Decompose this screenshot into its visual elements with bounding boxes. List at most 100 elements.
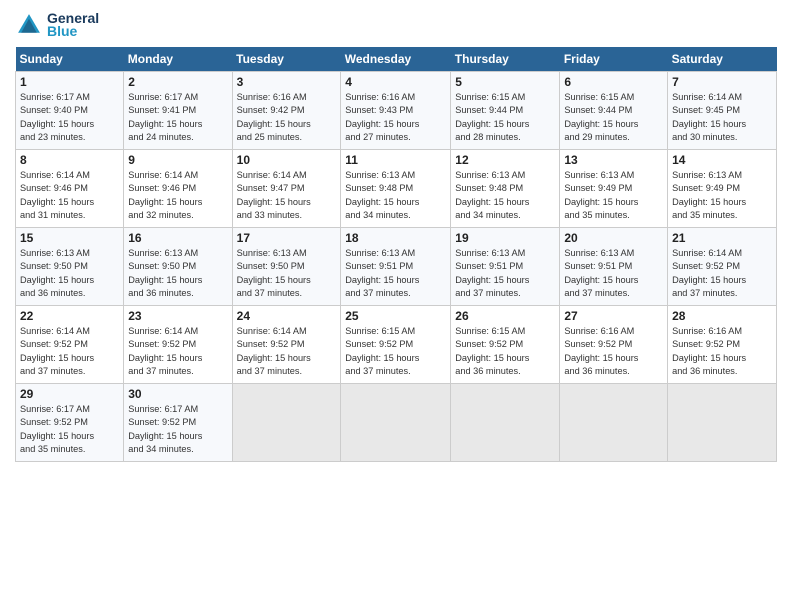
calendar-cell: 1 Sunrise: 6:17 AMSunset: 9:40 PMDaylight… (16, 72, 124, 150)
calendar-body: 1 Sunrise: 6:17 AMSunset: 9:40 PMDaylight… (16, 72, 777, 462)
calendar-header-row: SundayMondayTuesdayWednesdayThursdayFrid… (16, 47, 777, 72)
day-number: 27 (564, 309, 663, 323)
calendar-cell: 25Sunrise: 6:15 AMSunset: 9:52 PMDayligh… (341, 306, 451, 384)
day-number: 19 (455, 231, 555, 245)
day-number: 18 (345, 231, 446, 245)
logo-icon (15, 11, 43, 39)
calendar-cell: 23 Sunrise: 6:14 AMSunset: 9:52 PMDayligh… (124, 306, 232, 384)
calendar-cell (451, 384, 560, 462)
calendar-cell: 17 Sunrise: 6:13 AMSunset: 9:50 PMDayligh… (232, 228, 341, 306)
weekday-header: Friday (560, 47, 668, 72)
day-detail: Sunrise: 6:14 AMSunset: 9:46 PMDaylight:… (20, 169, 119, 222)
day-number: 5 (455, 75, 555, 89)
day-number: 10 (237, 153, 337, 167)
day-detail: Sunrise: 6:14 AMSunset: 9:52 PMDaylight:… (20, 325, 119, 378)
day-number: 23 (128, 309, 227, 323)
day-detail: Sunrise: 6:13 AMSunset: 9:49 PMDaylight:… (672, 169, 772, 222)
calendar-cell: 13 Sunrise: 6:13 AMSunset: 9:49 PMDayligh… (560, 150, 668, 228)
weekday-header: Monday (124, 47, 232, 72)
day-detail: Sunrise: 6:14 AMSunset: 9:46 PMDaylight:… (128, 169, 227, 222)
weekday-header: Thursday (451, 47, 560, 72)
day-detail: Sunrise: 6:13 AMSunset: 9:48 PMDaylight:… (345, 169, 446, 222)
calendar-cell (560, 384, 668, 462)
calendar-cell: 16Sunrise: 6:13 AMSunset: 9:50 PMDayligh… (124, 228, 232, 306)
day-detail: Sunrise: 6:17 AMSunset: 9:40 PMDaylight:… (20, 91, 119, 144)
header: General Blue (15, 10, 777, 39)
weekday-header: Tuesday (232, 47, 341, 72)
day-number: 20 (564, 231, 663, 245)
day-number: 29 (20, 387, 119, 401)
day-number: 11 (345, 153, 446, 167)
calendar-cell: 12Sunrise: 6:13 AMSunset: 9:48 PMDayligh… (451, 150, 560, 228)
day-number: 17 (237, 231, 337, 245)
day-number: 9 (128, 153, 227, 167)
day-number: 2 (128, 75, 227, 89)
day-detail: Sunrise: 6:16 AMSunset: 9:52 PMDaylight:… (672, 325, 772, 378)
day-detail: Sunrise: 6:13 AMSunset: 9:49 PMDaylight:… (564, 169, 663, 222)
calendar-cell: 30 Sunrise: 6:17 AMSunset: 9:52 PMDayligh… (124, 384, 232, 462)
day-detail: Sunrise: 6:15 AMSunset: 9:44 PMDaylight:… (564, 91, 663, 144)
day-number: 21 (672, 231, 772, 245)
calendar-cell: 21 Sunrise: 6:14 AMSunset: 9:52 PMDayligh… (668, 228, 777, 306)
day-detail: Sunrise: 6:14 AMSunset: 9:52 PMDaylight:… (128, 325, 227, 378)
day-number: 6 (564, 75, 663, 89)
day-number: 30 (128, 387, 227, 401)
day-number: 12 (455, 153, 555, 167)
day-detail: Sunrise: 6:13 AMSunset: 9:50 PMDaylight:… (237, 247, 337, 300)
calendar-cell: 5 Sunrise: 6:15 AMSunset: 9:44 PMDaylight… (451, 72, 560, 150)
day-number: 16 (128, 231, 227, 245)
logo-text: General Blue (47, 10, 99, 39)
day-detail: Sunrise: 6:14 AMSunset: 9:52 PMDaylight:… (672, 247, 772, 300)
calendar-cell (341, 384, 451, 462)
calendar-cell: 9 Sunrise: 6:14 AMSunset: 9:46 PMDaylight… (124, 150, 232, 228)
day-detail: Sunrise: 6:15 AMSunset: 9:52 PMDaylight:… (345, 325, 446, 378)
day-number: 26 (455, 309, 555, 323)
day-detail: Sunrise: 6:13 AMSunset: 9:51 PMDaylight:… (455, 247, 555, 300)
day-detail: Sunrise: 6:13 AMSunset: 9:51 PMDaylight:… (564, 247, 663, 300)
calendar-cell: 27 Sunrise: 6:16 AMSunset: 9:52 PMDayligh… (560, 306, 668, 384)
day-detail: Sunrise: 6:14 AMSunset: 9:45 PMDaylight:… (672, 91, 772, 144)
calendar-cell: 6 Sunrise: 6:15 AMSunset: 9:44 PMDaylight… (560, 72, 668, 150)
calendar-cell (232, 384, 341, 462)
day-detail: Sunrise: 6:15 AMSunset: 9:52 PMDaylight:… (455, 325, 555, 378)
calendar-cell: 24Sunrise: 6:14 AMSunset: 9:52 PMDayligh… (232, 306, 341, 384)
calendar-table: SundayMondayTuesdayWednesdayThursdayFrid… (15, 47, 777, 462)
day-number: 1 (20, 75, 119, 89)
day-number: 7 (672, 75, 772, 89)
calendar-cell: 14 Sunrise: 6:13 AMSunset: 9:49 PMDayligh… (668, 150, 777, 228)
weekday-header: Wednesday (341, 47, 451, 72)
calendar-week-row: 15 Sunrise: 6:13 AMSunset: 9:50 PMDayligh… (16, 228, 777, 306)
day-detail: Sunrise: 6:16 AMSunset: 9:52 PMDaylight:… (564, 325, 663, 378)
day-number: 4 (345, 75, 446, 89)
calendar-cell: 10 Sunrise: 6:14 AMSunset: 9:47 PMDayligh… (232, 150, 341, 228)
day-detail: Sunrise: 6:13 AMSunset: 9:51 PMDaylight:… (345, 247, 446, 300)
day-detail: Sunrise: 6:17 AMSunset: 9:41 PMDaylight:… (128, 91, 227, 144)
day-number: 28 (672, 309, 772, 323)
day-number: 14 (672, 153, 772, 167)
day-detail: Sunrise: 6:16 AMSunset: 9:42 PMDaylight:… (237, 91, 337, 144)
day-number: 22 (20, 309, 119, 323)
calendar-cell: 29 Sunrise: 6:17 AMSunset: 9:52 PMDayligh… (16, 384, 124, 462)
day-detail: Sunrise: 6:13 AMSunset: 9:50 PMDaylight:… (20, 247, 119, 300)
calendar-cell: 11 Sunrise: 6:13 AMSunset: 9:48 PMDayligh… (341, 150, 451, 228)
day-number: 3 (237, 75, 337, 89)
calendar-week-row: 29 Sunrise: 6:17 AMSunset: 9:52 PMDayligh… (16, 384, 777, 462)
calendar-cell: 3 Sunrise: 6:16 AMSunset: 9:42 PMDaylight… (232, 72, 341, 150)
day-detail: Sunrise: 6:14 AMSunset: 9:47 PMDaylight:… (237, 169, 337, 222)
logo: General Blue (15, 10, 99, 39)
calendar-week-row: 1 Sunrise: 6:17 AMSunset: 9:40 PMDaylight… (16, 72, 777, 150)
calendar-cell (668, 384, 777, 462)
calendar-cell: 8 Sunrise: 6:14 AMSunset: 9:46 PMDaylight… (16, 150, 124, 228)
day-number: 15 (20, 231, 119, 245)
day-detail: Sunrise: 6:17 AMSunset: 9:52 PMDaylight:… (128, 403, 227, 456)
day-detail: Sunrise: 6:15 AMSunset: 9:44 PMDaylight:… (455, 91, 555, 144)
calendar-cell: 26 Sunrise: 6:15 AMSunset: 9:52 PMDayligh… (451, 306, 560, 384)
calendar-week-row: 22 Sunrise: 6:14 AMSunset: 9:52 PMDayligh… (16, 306, 777, 384)
calendar-cell: 20 Sunrise: 6:13 AMSunset: 9:51 PMDayligh… (560, 228, 668, 306)
calendar-cell: 28 Sunrise: 6:16 AMSunset: 9:52 PMDayligh… (668, 306, 777, 384)
calendar-cell: 22 Sunrise: 6:14 AMSunset: 9:52 PMDayligh… (16, 306, 124, 384)
day-number: 8 (20, 153, 119, 167)
weekday-header: Sunday (16, 47, 124, 72)
day-number: 13 (564, 153, 663, 167)
day-detail: Sunrise: 6:17 AMSunset: 9:52 PMDaylight:… (20, 403, 119, 456)
